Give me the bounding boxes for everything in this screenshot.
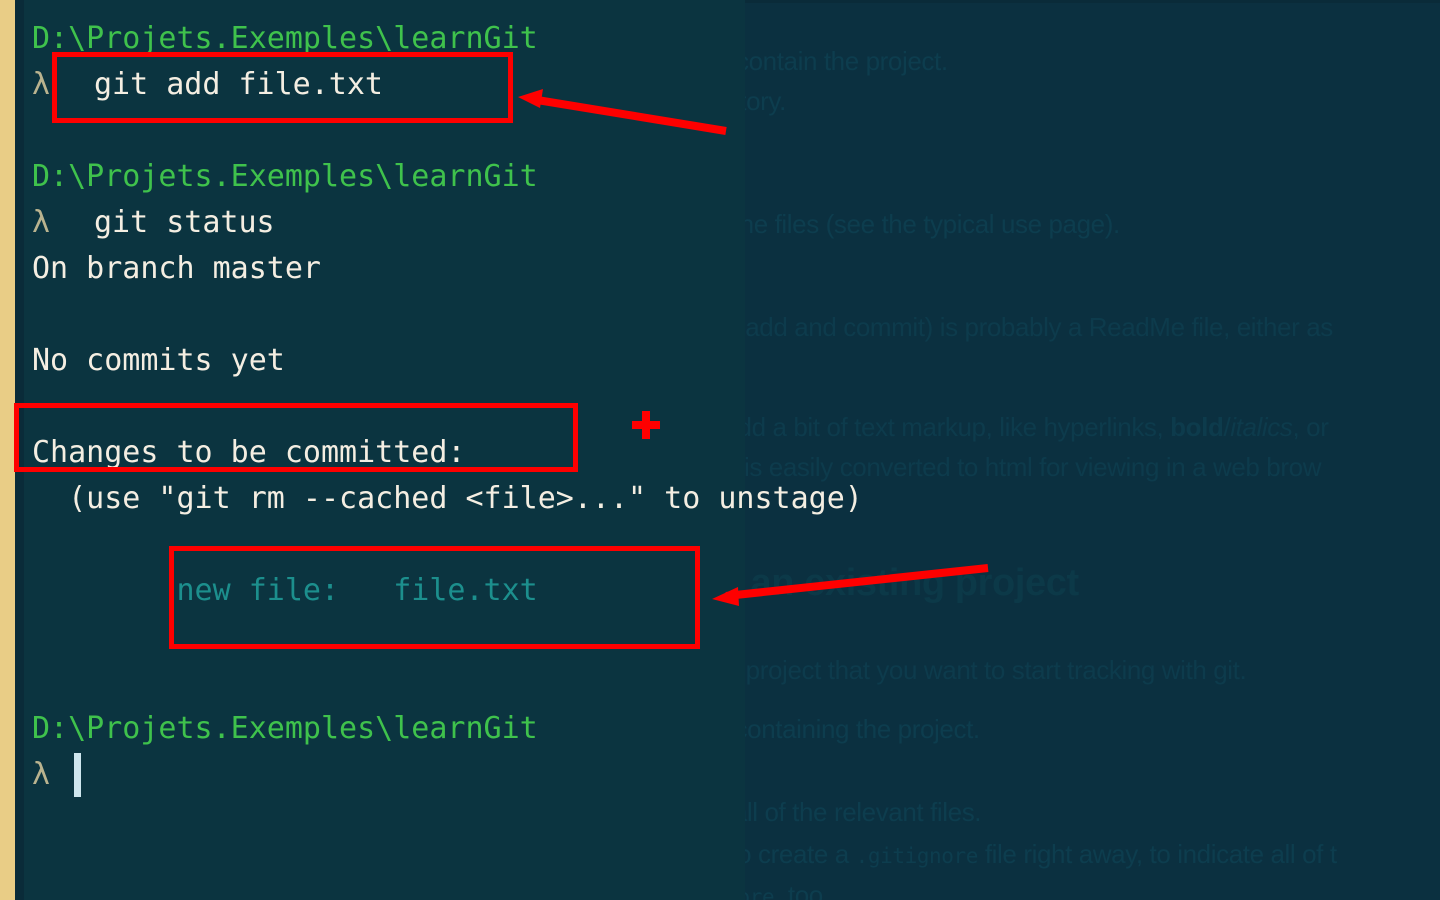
terminal-command-git-add: git add file.txt: [94, 67, 383, 102]
terminal-prompt-path-3: D:\Projets.Exemples\learnGit: [32, 711, 538, 746]
terminal-output-new-file-entry: new file: file.txt: [32, 573, 538, 608]
terminal-lambda-2: λ: [32, 205, 51, 240]
doc-markdown-1e: , or: [1292, 412, 1329, 442]
terminal-output-area[interactable]: D:\Projets.Exemples\learnGit λ git add f…: [24, 0, 863, 900]
doc-gitignore-c: file right away, to indicate all of t: [978, 839, 1337, 869]
doc-gitignore-code: .gitignore: [855, 844, 979, 868]
terminal-left-gutter: [15, 0, 24, 900]
doc-usegitadd-c: , too.: [774, 880, 830, 900]
terminal-output-no-commits: No commits yet: [32, 343, 285, 378]
doc-markdown-bold: bold: [1170, 412, 1224, 442]
doc-markdown-italics: italics: [1230, 412, 1293, 442]
terminal-output-unstage-hint: (use "git rm --cached <file>..." to unst…: [32, 481, 863, 516]
terminal-lambda-3: λ: [32, 757, 51, 792]
terminal-prompt-path-2: D:\Projets.Exemples\learnGit: [32, 159, 538, 194]
terminal-prompt-path-1: D:\Projets.Exemples\learnGit: [32, 21, 538, 56]
terminal-output-changes-header: Changes to be committed:: [32, 435, 466, 470]
terminal-output-on-branch: On branch master: [32, 251, 321, 286]
terminal-lambda-1: λ: [32, 67, 51, 102]
terminal-command-git-status: git status: [94, 205, 275, 240]
screen-root: Create a directory to contain the projec…: [0, 0, 1440, 900]
terminal-text-cursor[interactable]: [74, 753, 81, 797]
terminal-left-accent-stripe: [0, 0, 15, 900]
terminal-window[interactable]: D:\Projets.Exemples\learnGit λ git add f…: [0, 0, 863, 900]
